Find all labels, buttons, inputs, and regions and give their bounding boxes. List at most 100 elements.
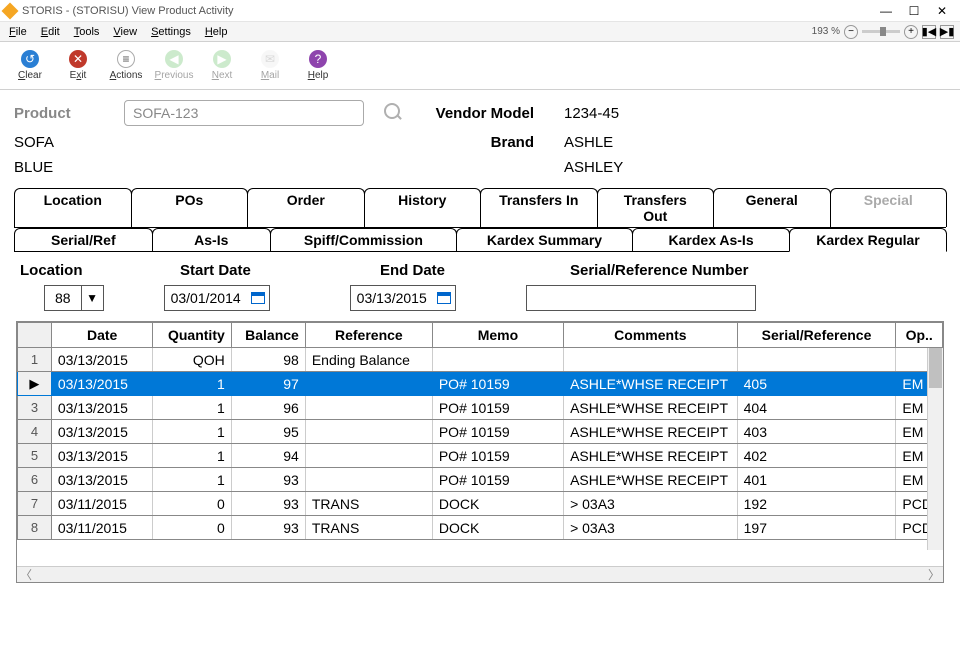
row-number[interactable]: 3 <box>18 396 52 420</box>
row-number[interactable]: 5 <box>18 444 52 468</box>
close-button[interactable]: ✕ <box>928 1 956 21</box>
tab-kardex-regular[interactable]: Kardex Regular <box>789 228 947 252</box>
serial-reference-input[interactable] <box>526 285 756 311</box>
minimize-button[interactable]: — <box>872 1 900 21</box>
row-number[interactable]: 8 <box>18 516 52 540</box>
cell-date: 03/13/2015 <box>51 348 153 372</box>
menu-settings[interactable]: Settings <box>144 24 198 40</box>
cell-comments: ASHLE*WHSE RECEIPT <box>564 372 738 396</box>
scroll-right-icon[interactable]: 〉 <box>925 567 943 582</box>
exit-button[interactable]: ✕ Exit <box>56 45 100 87</box>
cell-quantity: 1 <box>153 444 231 468</box>
tab-history[interactable]: History <box>364 188 482 227</box>
tab-transfers-out[interactable]: Transfers Out <box>597 188 715 227</box>
tab-special[interactable]: Special <box>830 188 948 227</box>
titlebar: STORIS - (STORISU) View Product Activity… <box>0 0 960 22</box>
zoom-slider[interactable] <box>862 30 900 33</box>
menu-file[interactable]: File <box>2 24 34 40</box>
actions-icon: ≡ <box>117 50 135 68</box>
cell-memo: PO# 10159 <box>432 444 563 468</box>
table-row[interactable]: 503/13/2015194PO# 10159ASHLE*WHSE RECEIP… <box>18 444 943 468</box>
calendar-icon[interactable] <box>433 286 455 310</box>
table-row[interactable]: 303/13/2015196PO# 10159ASHLE*WHSE RECEIP… <box>18 396 943 420</box>
cell-serial-reference: 197 <box>737 516 896 540</box>
col-op[interactable]: Op.. <box>896 323 943 348</box>
vertical-scrollbar[interactable] <box>927 348 943 550</box>
help-button[interactable]: ? Help <box>296 45 340 87</box>
col-memo[interactable]: Memo <box>432 323 563 348</box>
grid-table: Date Quantity Balance Reference Memo Com… <box>17 322 943 540</box>
cell-date: 03/11/2015 <box>51 516 153 540</box>
chevron-down-icon[interactable]: ▼ <box>81 286 103 310</box>
scroll-left-icon[interactable]: 〈 <box>17 567 35 582</box>
table-row[interactable]: 703/11/2015093TRANSDOCK> 03A3192PCD <box>18 492 943 516</box>
tab-general[interactable]: General <box>713 188 831 227</box>
table-row[interactable]: 603/13/2015193PO# 10159ASHLE*WHSE RECEIP… <box>18 468 943 492</box>
filter-location-label: Location <box>20 262 140 279</box>
location-combo[interactable]: 88 ▼ <box>44 285 104 311</box>
tab-serial-ref[interactable]: Serial/Ref <box>14 228 153 251</box>
start-date-value: 03/01/2014 <box>165 290 247 306</box>
menu-tools[interactable]: Tools <box>67 24 107 40</box>
tab-pos[interactable]: POs <box>131 188 249 227</box>
cell-balance: 96 <box>231 396 305 420</box>
mail-button: ✉ Mail <box>248 45 292 87</box>
nav-first-button[interactable]: ▮◀ <box>922 25 936 39</box>
col-comments[interactable]: Comments <box>564 323 738 348</box>
menu-edit[interactable]: Edit <box>34 24 67 40</box>
clear-button[interactable]: ↺ Clear <box>8 45 52 87</box>
cell-date: 03/11/2015 <box>51 492 153 516</box>
brand-value: ASHLE <box>564 134 714 151</box>
row-number[interactable]: 4 <box>18 420 52 444</box>
col-date[interactable]: Date <box>51 323 153 348</box>
col-reference[interactable]: Reference <box>305 323 432 348</box>
cell-comments: ASHLE*WHSE RECEIPT <box>564 468 738 492</box>
table-row[interactable]: ▶03/13/2015197PO# 10159ASHLE*WHSE RECEIP… <box>18 372 943 396</box>
zoom-out-button[interactable]: − <box>844 25 858 39</box>
start-date-field[interactable]: 03/01/2014 <box>164 285 270 311</box>
calendar-icon[interactable] <box>247 286 269 310</box>
previous-button: ◀ Previous <box>152 45 196 87</box>
tab-as-is[interactable]: As-Is <box>152 228 271 251</box>
cell-reference <box>305 420 432 444</box>
row-number[interactable]: ▶ <box>18 372 52 396</box>
search-icon[interactable] <box>384 103 404 123</box>
cell-quantity: QOH <box>153 348 231 372</box>
menu-help[interactable]: Help <box>198 24 235 40</box>
horizontal-scrollbar[interactable]: 〈 〉 <box>17 566 943 582</box>
table-row[interactable]: 803/11/2015093TRANSDOCK> 03A3197PCD <box>18 516 943 540</box>
tab-kardex-as-is[interactable]: Kardex As-Is <box>632 228 790 251</box>
cell-quantity: 1 <box>153 420 231 444</box>
nav-last-button[interactable]: ▶▮ <box>940 25 954 39</box>
zoom-in-button[interactable]: + <box>904 25 918 39</box>
row-number[interactable]: 7 <box>18 492 52 516</box>
cell-reference <box>305 468 432 492</box>
actions-button[interactable]: ≡ Actions <box>104 45 148 87</box>
menu-view[interactable]: View <box>106 24 144 40</box>
cell-comments: ASHLE*WHSE RECEIPT <box>564 420 738 444</box>
tab-location[interactable]: Location <box>14 188 132 227</box>
cell-memo: PO# 10159 <box>432 468 563 492</box>
tab-transfers-in[interactable]: Transfers In <box>480 188 598 227</box>
end-date-field[interactable]: 03/13/2015 <box>350 285 456 311</box>
menubar: File Edit Tools View Settings Help 193 %… <box>0 22 960 42</box>
col-serial-reference[interactable]: Serial/Reference <box>737 323 896 348</box>
row-number[interactable]: 6 <box>18 468 52 492</box>
cell-memo: PO# 10159 <box>432 396 563 420</box>
product-input[interactable] <box>124 100 364 126</box>
col-balance[interactable]: Balance <box>231 323 305 348</box>
table-row[interactable]: 403/13/2015195PO# 10159ASHLE*WHSE RECEIP… <box>18 420 943 444</box>
window-title: STORIS - (STORISU) View Product Activity <box>22 5 234 17</box>
maximize-button[interactable]: ☐ <box>900 1 928 21</box>
table-row[interactable]: 103/13/2015QOH98Ending Balance <box>18 348 943 372</box>
cell-serial-reference: 405 <box>737 372 896 396</box>
tab-kardex-summary[interactable]: Kardex Summary <box>456 228 633 251</box>
vendor-model-value: 1234-45 <box>564 105 714 122</box>
tab-spiff-commission[interactable]: Spiff/Commission <box>270 228 457 251</box>
cell-comments: > 03A3 <box>564 492 738 516</box>
mail-icon: ✉ <box>261 50 279 68</box>
row-number[interactable]: 1 <box>18 348 52 372</box>
cell-balance: 93 <box>231 492 305 516</box>
col-quantity[interactable]: Quantity <box>153 323 231 348</box>
tab-order[interactable]: Order <box>247 188 365 227</box>
